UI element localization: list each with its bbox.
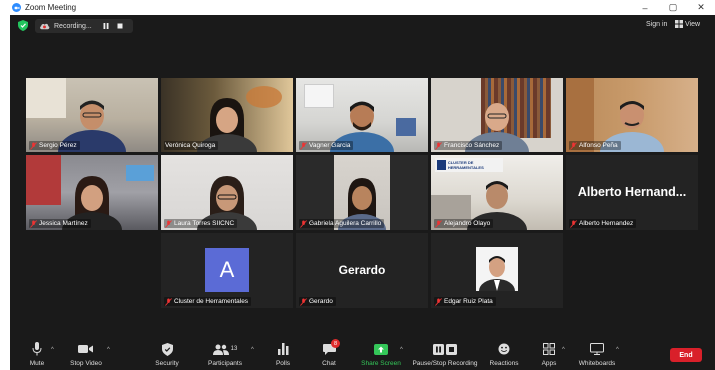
video-tile-sergio[interactable]: Sergio Pérez xyxy=(26,78,158,152)
pause-recording-icon[interactable] xyxy=(100,21,112,31)
video-tile-laura[interactable]: Laura Torres SIICNC xyxy=(161,155,293,230)
reactions-button[interactable]: Reactions xyxy=(488,335,520,370)
share-screen-button[interactable]: Share Screen xyxy=(360,335,402,370)
video-tile-alejandro[interactable]: CLUSTER DE HERRAMENTALES Alejandro Olayo xyxy=(431,155,563,230)
muted-mic-icon xyxy=(165,219,172,228)
muted-mic-icon xyxy=(570,219,577,228)
chat-unread-badge: 8 xyxy=(331,339,340,348)
view-button[interactable]: View xyxy=(675,20,700,28)
share-options-caret[interactable]: ^ xyxy=(400,347,403,353)
end-meeting-button[interactable]: End xyxy=(670,348,702,362)
zoom-window: Zoom Meeting – ▢ ✕ Recording... Sign in xyxy=(10,0,715,370)
participants-options-caret[interactable]: ^ xyxy=(251,347,254,353)
participant-label: Vagner Garcia xyxy=(299,141,354,150)
video-options-caret[interactable]: ^ xyxy=(107,347,110,353)
whiteboards-options-caret[interactable]: ^ xyxy=(616,347,619,353)
video-tile-gerardo[interactable]: Gerardo Gerardo xyxy=(296,233,428,308)
participant-label: Alfonso Peña xyxy=(569,141,621,150)
minimize-button[interactable]: – xyxy=(631,0,659,15)
video-camera-icon xyxy=(78,345,93,353)
participant-photo-edgar xyxy=(476,247,518,291)
participant-display-name: Alberto Hernand... xyxy=(577,185,687,199)
sign-in-link[interactable]: Sign in xyxy=(646,21,667,28)
muted-mic-icon xyxy=(30,141,37,150)
apps-options-caret[interactable]: ^ xyxy=(562,347,565,353)
microphone-icon xyxy=(32,342,42,356)
apps-button[interactable]: Apps xyxy=(538,335,560,370)
pause-stop-recording-button[interactable]: Pause/Stop Recording xyxy=(412,335,478,370)
video-tile-gabriela[interactable]: Gabriela Aguilera Carrillo xyxy=(296,155,428,230)
title-bar: Zoom Meeting – ▢ ✕ xyxy=(10,0,715,15)
recording-controls-icon xyxy=(433,343,457,355)
video-tile-alfonso[interactable]: Alfonso Peña xyxy=(566,78,698,152)
security-button[interactable]: Security xyxy=(152,335,182,370)
mute-button[interactable]: Mute xyxy=(24,335,50,370)
stop-recording-icon[interactable] xyxy=(114,21,126,31)
participant-label: Alejandro Olayo xyxy=(434,219,494,228)
participant-label: Jessica Martínez xyxy=(29,219,91,228)
muted-mic-icon xyxy=(300,219,307,228)
recording-label: Recording... xyxy=(54,22,92,30)
reactions-smiley-icon xyxy=(498,343,510,355)
participant-label: Verónica Quiroga xyxy=(164,141,219,150)
share-screen-icon xyxy=(374,343,388,355)
video-tile-cluster[interactable]: A Cluster de Herramentales xyxy=(161,233,293,308)
view-label: View xyxy=(685,20,701,28)
recording-indicator: Recording... xyxy=(35,19,133,33)
muted-mic-icon xyxy=(300,297,307,306)
grid-view-icon xyxy=(675,20,683,28)
cloud-recording-icon xyxy=(40,23,50,30)
muted-mic-icon xyxy=(165,297,172,306)
participants-icon xyxy=(212,344,229,355)
video-tile-jessica[interactable]: Jessica Martínez xyxy=(26,155,158,230)
participants-count: 13 xyxy=(230,346,238,352)
security-shield-icon xyxy=(161,342,173,356)
video-tile-veronica[interactable]: Verónica Quiroga xyxy=(161,78,293,152)
meeting-toolbar: Mute ^ Stop Video ^ Security 13 Particip… xyxy=(10,335,715,370)
video-tile-alberto[interactable]: Alberto Hernand... Alberto Hernandez xyxy=(566,155,698,230)
polls-icon xyxy=(277,343,288,355)
video-tile-francisco[interactable]: Francisco Sánchez xyxy=(431,78,563,152)
maximize-button[interactable]: ▢ xyxy=(659,0,687,15)
participant-label: Gerardo xyxy=(299,297,336,306)
participant-label: Gabriela Aguilera Carrillo xyxy=(299,219,385,228)
video-tile-edgar[interactable]: Edgar Ruiz Plata xyxy=(431,233,563,308)
polls-button[interactable]: Polls xyxy=(272,335,294,370)
participant-avatar: A xyxy=(205,248,249,292)
muted-mic-icon xyxy=(300,141,307,150)
window-title: Zoom Meeting xyxy=(25,3,77,12)
zoom-logo-icon xyxy=(12,3,21,12)
participant-label: Sergio Pérez xyxy=(29,141,80,150)
close-button[interactable]: ✕ xyxy=(687,0,715,15)
muted-mic-icon xyxy=(30,219,37,228)
meeting-top-bar: Recording... Sign in View xyxy=(10,15,715,37)
participant-label: Francisco Sánchez xyxy=(434,141,503,150)
muted-mic-icon xyxy=(435,297,442,306)
participant-label: Cluster de Herramentales xyxy=(164,297,252,306)
muted-mic-icon xyxy=(435,219,442,228)
participant-label: Alberto Hernandez xyxy=(569,219,637,228)
participants-button[interactable]: 13 Participants xyxy=(206,335,244,370)
participant-label: Laura Torres SIICNC xyxy=(164,219,238,228)
participant-display-name: Gerardo xyxy=(338,263,386,277)
video-tile-vagner[interactable]: Vagner Garcia xyxy=(296,78,428,152)
mute-options-caret[interactable]: ^ xyxy=(51,347,54,353)
muted-mic-icon xyxy=(570,141,577,150)
whiteboards-button[interactable]: Whiteboards xyxy=(576,335,618,370)
whiteboard-icon xyxy=(590,343,604,355)
participant-label: Edgar Ruiz Plata xyxy=(434,297,496,306)
muted-mic-icon xyxy=(435,141,442,150)
apps-icon xyxy=(543,343,555,355)
stop-video-button[interactable]: Stop Video xyxy=(66,335,106,370)
encryption-shield-icon[interactable] xyxy=(18,20,28,31)
